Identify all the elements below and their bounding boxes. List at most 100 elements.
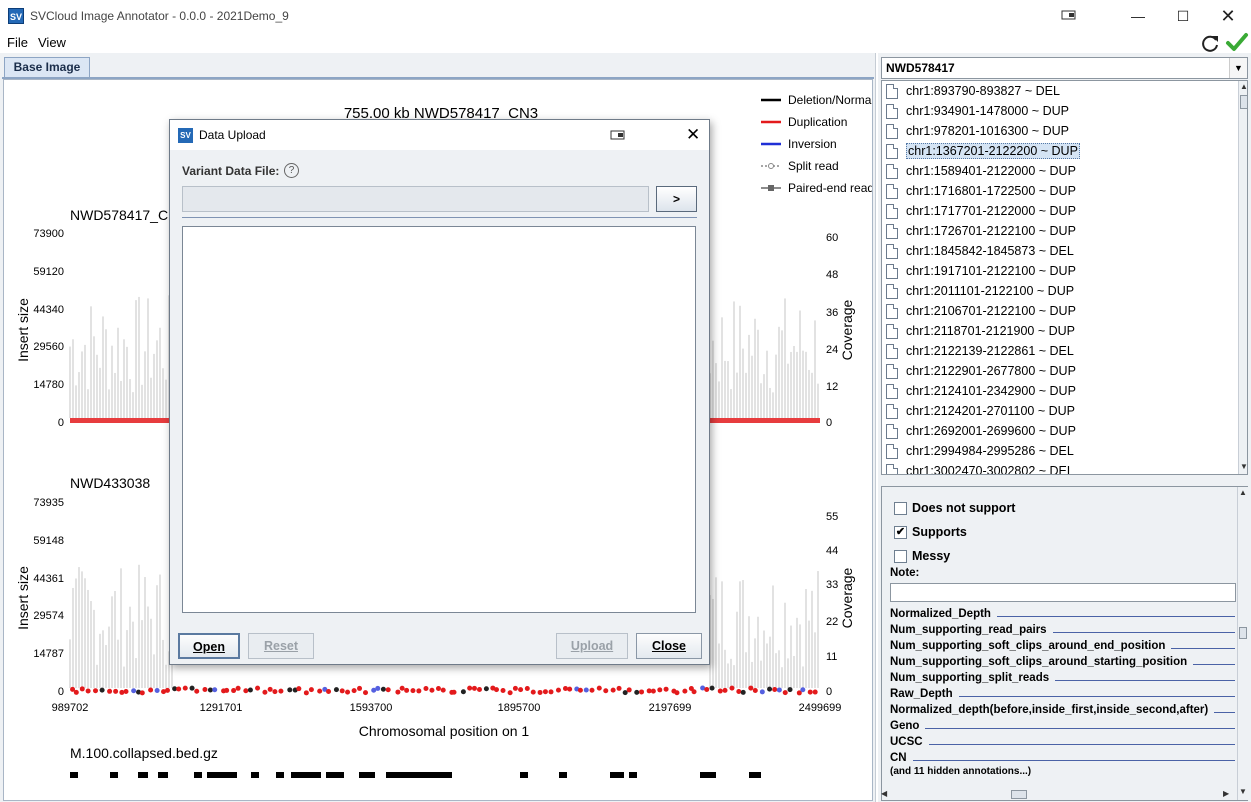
- document-icon: [886, 144, 898, 159]
- legend-deletion: Deletion/Normal: [788, 93, 872, 107]
- upload-button[interactable]: Upload: [556, 633, 628, 659]
- hidden-annotations-note: (and 11 hidden annotations...): [890, 766, 1032, 777]
- annotation-field[interactable]: Normalized_depth(before,inside_first,ins…: [890, 702, 1235, 718]
- annotation-hscrollbar[interactable]: ◀ ▶: [881, 789, 1233, 800]
- panel1-left-ticks: 73900 59120 44340 29560 14780 0: [33, 228, 64, 429]
- minimize-icon[interactable]: —: [1126, 6, 1150, 26]
- read-mark: [483, 686, 489, 692]
- sample-select[interactable]: NWD578417 ▼: [881, 57, 1248, 79]
- variant-list-item[interactable]: chr1:2692001-2699600 ~ DUP: [886, 421, 1078, 441]
- refresh-icon[interactable]: [1199, 32, 1221, 54]
- dialog-close-icon[interactable]: ✕: [686, 125, 700, 145]
- read-mark: [691, 689, 697, 695]
- checkbox-messy[interactable]: [894, 550, 907, 563]
- read-mark: [610, 687, 616, 693]
- menu-view[interactable]: View: [38, 35, 66, 50]
- annotation-scrollbar[interactable]: ▲ ▼: [1237, 487, 1248, 800]
- annotation-field[interactable]: Num_supporting_read_pairs: [890, 622, 1235, 638]
- svg-text:0: 0: [58, 417, 64, 429]
- document-icon: [886, 364, 898, 379]
- document-icon: [886, 384, 898, 399]
- menu-file[interactable]: File: [7, 35, 28, 50]
- annotation-field[interactable]: UCSC: [890, 734, 1235, 750]
- variant-list-item[interactable]: chr1:1845842-1845873 ~ DEL: [886, 241, 1076, 261]
- browse-button[interactable]: >: [656, 186, 697, 212]
- panel1-name: NWD578417_CN: [70, 207, 178, 223]
- chevron-down-icon[interactable]: ▼: [1229, 58, 1247, 78]
- read-mark: [467, 685, 473, 691]
- restore-icon[interactable]: [1057, 6, 1081, 26]
- read-mark: [537, 689, 543, 695]
- variant-file-input[interactable]: [182, 186, 649, 212]
- read-mark: [131, 688, 137, 694]
- read-mark: [395, 689, 401, 695]
- svg-text:59148: 59148: [33, 535, 64, 547]
- help-icon[interactable]: ?: [284, 163, 299, 178]
- variant-list-item[interactable]: chr1:978201-1016300 ~ DUP: [886, 121, 1071, 141]
- read-mark: [176, 686, 182, 692]
- reset-button[interactable]: Reset: [248, 633, 314, 659]
- variant-list-item[interactable]: chr1:1726701-2122100 ~ DUP: [886, 221, 1078, 241]
- variant-list-item[interactable]: chr1:2122901-2677800 ~ DUP: [886, 361, 1078, 381]
- annotation-field[interactable]: Num_supporting_soft_clips_around_startin…: [890, 654, 1235, 670]
- variant-list-item[interactable]: chr1:2011101-2122100 ~ DUP: [886, 281, 1076, 301]
- read-mark: [410, 688, 416, 694]
- variant-list-item[interactable]: chr1:2118701-2121900 ~ DUP: [886, 321, 1077, 341]
- annotation-field[interactable]: Normalized_Depth: [890, 606, 1235, 622]
- document-icon: [886, 84, 898, 99]
- variant-list-item[interactable]: chr1:1917101-2122100 ~ DUP: [886, 261, 1078, 281]
- variant-list[interactable]: chr1:893790-893827 ~ DEL chr1:934901-1478…: [881, 80, 1248, 475]
- document-icon: [886, 264, 898, 279]
- document-icon: [886, 464, 898, 474]
- read-mark: [548, 689, 554, 695]
- read-mark: [255, 685, 261, 691]
- read-mark: [812, 689, 818, 695]
- read-mark: [800, 687, 806, 693]
- checkbox-supports[interactable]: ✔: [894, 526, 907, 539]
- annotation-field[interactable]: Geno: [890, 718, 1235, 734]
- svg-text:33: 33: [826, 579, 838, 591]
- read-mark: [787, 687, 793, 693]
- read-mark: [562, 686, 568, 692]
- read-mark: [524, 686, 530, 692]
- read-mark: [752, 688, 758, 694]
- annotation-field[interactable]: Raw_Depth: [890, 686, 1235, 702]
- variant-list-item[interactable]: chr1:1589401-2122000 ~ DUP: [886, 161, 1078, 181]
- dialog-restore-icon[interactable]: [610, 129, 626, 144]
- variant-list-item[interactable]: chr1:893790-893827 ~ DEL: [886, 81, 1062, 101]
- read-mark: [772, 686, 778, 692]
- variant-list-item[interactable]: chr1:1367201-2122200 ~ DUP: [886, 141, 1082, 161]
- variant-list-item[interactable]: chr1:1716801-1722500 ~ DUP: [886, 181, 1078, 201]
- document-icon: [886, 244, 898, 259]
- svg-text:29574: 29574: [33, 610, 64, 622]
- checkbox-does-not-support[interactable]: [894, 502, 907, 515]
- svg-text:48: 48: [826, 269, 838, 281]
- variant-list-item[interactable]: chr1:1717701-2122000 ~ DUP: [886, 201, 1078, 221]
- close-button[interactable]: Close: [636, 633, 702, 659]
- read-mark: [93, 688, 99, 694]
- maximize-icon[interactable]: ☐: [1171, 6, 1195, 26]
- annotation-field[interactable]: Num_supporting_split_reads: [890, 670, 1235, 686]
- checkmark-icon[interactable]: [1225, 32, 1249, 54]
- upload-log-area[interactable]: [182, 226, 696, 613]
- variant-list-item[interactable]: chr1:2106701-2122100 ~ DUP: [886, 301, 1078, 321]
- annotation-field[interactable]: CN: [890, 750, 1235, 766]
- option-does-not-support[interactable]: Does not support: [894, 499, 1015, 517]
- variant-list-item[interactable]: chr1:934901-1478000 ~ DUP: [886, 101, 1071, 121]
- dialog-app-icon: SV: [178, 128, 193, 143]
- panel1-ylabel-left: Insert size: [15, 298, 31, 362]
- variant-list-item[interactable]: chr1:2124101-2342900 ~ DUP: [886, 381, 1078, 401]
- variant-list-item[interactable]: chr1:3002470-3002802 ~ DEL: [886, 461, 1076, 474]
- option-messy[interactable]: Messy: [894, 547, 950, 565]
- variant-list-item[interactable]: chr1:2122139-2122861 ~ DEL: [886, 341, 1076, 361]
- variant-list-scrollbar[interactable]: ▲ ▼: [1238, 81, 1247, 474]
- option-supports[interactable]: ✔ Supports: [894, 523, 967, 541]
- open-button[interactable]: Open: [178, 633, 240, 659]
- dialog-title: Data Upload: [199, 128, 266, 142]
- annotation-field[interactable]: Num_supporting_soft_clips_around_end_pos…: [890, 638, 1235, 654]
- tab-base-image[interactable]: Base Image: [4, 57, 90, 78]
- close-icon[interactable]: ✕: [1216, 6, 1240, 26]
- note-input[interactable]: [890, 583, 1236, 602]
- variant-list-item[interactable]: chr1:2124201-2701100 ~ DUP: [886, 401, 1077, 421]
- variant-list-item[interactable]: chr1:2994984-2995286 ~ DEL: [886, 441, 1076, 461]
